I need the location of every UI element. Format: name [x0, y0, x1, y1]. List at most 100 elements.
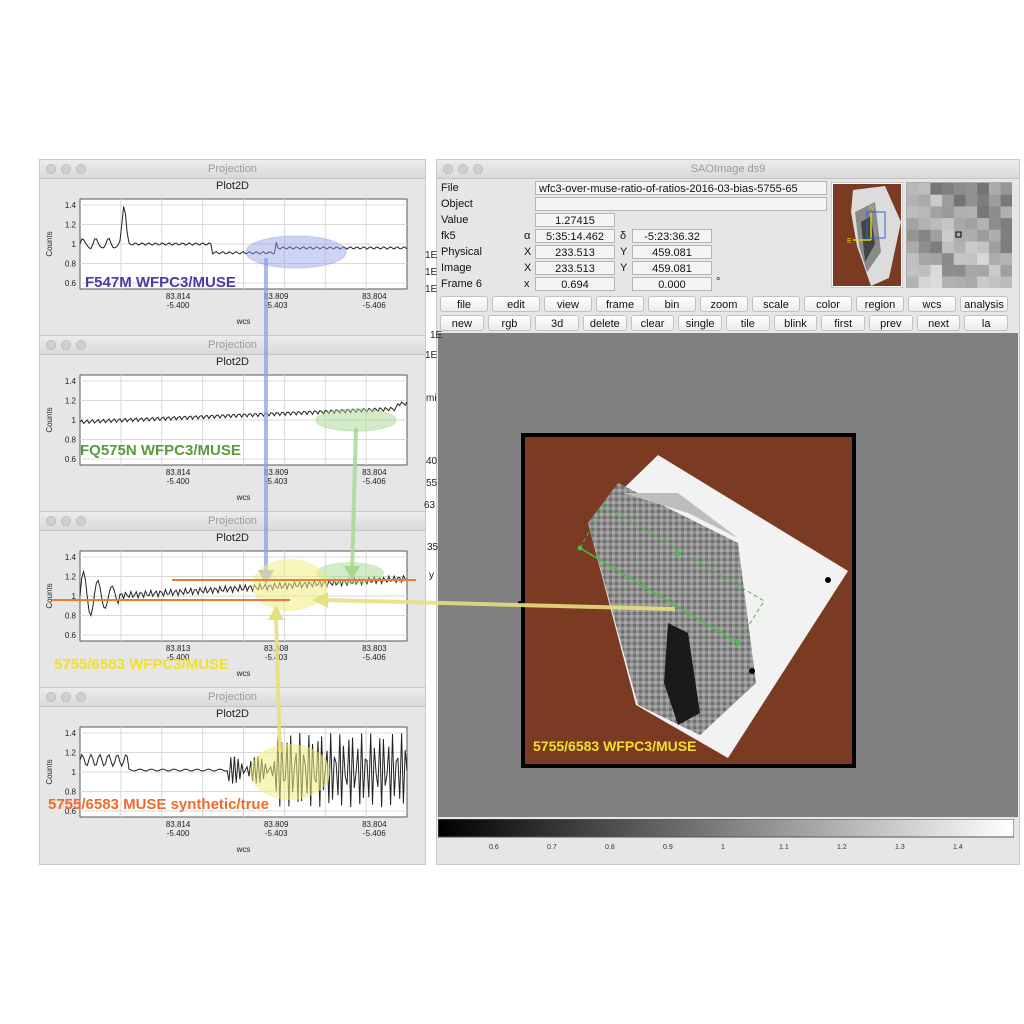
- close-window-icon[interactable]: [46, 692, 56, 702]
- menu-button-clear[interactable]: clear: [630, 315, 675, 331]
- menu-button-bin[interactable]: bin: [648, 296, 696, 312]
- magnifier-pixel: [942, 229, 954, 242]
- magnifier-pixel: [1000, 253, 1012, 265]
- menu-button-edit[interactable]: edit: [492, 296, 540, 312]
- magnifier-pixel: [930, 264, 943, 277]
- plot-title: Plot2D: [215, 356, 250, 368]
- menu-button-file[interactable]: file: [440, 296, 488, 312]
- object-field[interactable]: [535, 197, 827, 211]
- magnifier-pixel: [930, 253, 943, 265]
- menu-button-prev[interactable]: prev: [869, 315, 913, 331]
- projection-title: Projection: [208, 691, 257, 703]
- x-tick-label: -5.406: [363, 829, 386, 838]
- image-display[interactable]: [438, 333, 1018, 817]
- y-tick-label: 0.6: [65, 279, 77, 288]
- x-tick-label: -5.403: [265, 653, 288, 662]
- magnifier-pixel: [918, 229, 931, 242]
- menu-button-wcs[interactable]: wcs: [908, 296, 956, 312]
- magnifier-pixel: [1000, 218, 1012, 230]
- magnifier-pixel: [1000, 264, 1012, 277]
- menu-button-next[interactable]: next: [916, 315, 961, 331]
- magnifier-pixel: [988, 183, 1001, 195]
- minimize-window-icon[interactable]: [61, 340, 71, 350]
- magnifier-pixel: [953, 264, 966, 277]
- close-window-icon[interactable]: [46, 340, 56, 350]
- magnifier-pixel: [965, 183, 978, 195]
- magnifier-pixel: [907, 241, 919, 254]
- menu-button-single[interactable]: single: [678, 315, 722, 331]
- projection-plot[interactable]: 1.41.210.80.6Counts83.814-5.40083.809-5.…: [40, 721, 425, 865]
- projection-plot[interactable]: 1.41.210.80.6Counts83.814-5.40083.809-5.…: [40, 193, 425, 337]
- magnifier-pixel: [942, 183, 954, 195]
- minimize-window-icon[interactable]: [61, 692, 71, 702]
- menu-button-scale[interactable]: scale: [752, 296, 800, 312]
- plot-title: Plot2D: [215, 180, 250, 192]
- magnifier-pixel: [930, 183, 943, 195]
- y-axis-label: Counts: [45, 407, 54, 432]
- magnifier-pixel: [988, 229, 1001, 242]
- colorbar-tick-label: 1.4: [953, 844, 963, 851]
- x-tick-label: -5.403: [265, 829, 288, 838]
- ds9-title: SAOImage ds9: [690, 163, 766, 175]
- background-fragment-text: 1E: [425, 267, 438, 278]
- zoom-window-icon[interactable]: [473, 164, 483, 174]
- x-axis-label: wcs: [236, 669, 251, 678]
- zoom-window-icon[interactable]: [76, 516, 86, 526]
- menu-button-view[interactable]: view: [544, 296, 592, 312]
- x-tick-label: 83.804: [362, 820, 387, 829]
- magnifier: [906, 182, 1012, 288]
- menu-button-tile[interactable]: tile: [726, 315, 770, 331]
- magnifier-pixel: [918, 194, 931, 207]
- magnifier-pixel: [918, 218, 931, 230]
- projection-title: Projection: [208, 163, 257, 175]
- magnifier-pixel: [907, 229, 919, 242]
- colorbar-tick-label: 1.3: [895, 844, 905, 851]
- x-tick-label: -5.403: [265, 301, 288, 310]
- zoom-window-icon[interactable]: [76, 340, 86, 350]
- menu-button-delete[interactable]: delete: [583, 315, 627, 331]
- menu-button-color[interactable]: color: [804, 296, 852, 312]
- magnifier-pixel: [988, 241, 1001, 254]
- minimize-window-icon[interactable]: [61, 164, 71, 174]
- projection-window: Projection Plot2D 1.4 1.2 1 0.8 0.6 Counts 83.8…: [40, 336, 425, 512]
- menu-button-la[interactable]: la: [964, 315, 1008, 331]
- menu-button-region[interactable]: region: [856, 296, 904, 312]
- colorbar[interactable]: [438, 819, 1014, 839]
- menu-button-frame[interactable]: frame: [596, 296, 644, 312]
- menu-button-zoom[interactable]: zoom: [700, 296, 748, 312]
- projection-titlebar[interactable]: Projection: [40, 336, 425, 355]
- menu-button-rgb[interactable]: rgb: [487, 315, 532, 331]
- menu-button-analysis[interactable]: analysis: [960, 296, 1008, 312]
- close-window-icon[interactable]: [443, 164, 453, 174]
- projection-window: Projection Plot2D 1.4 1.2 1 0.8 0.6 Counts 83.8…: [40, 688, 425, 864]
- x-tick-label: 83.809: [264, 820, 289, 829]
- y-tick-label: 0.8: [65, 612, 77, 621]
- menu-button-3d[interactable]: 3d: [535, 315, 579, 331]
- ds9-titlebar[interactable]: SAOImage ds9: [437, 160, 1019, 179]
- magnifier-pixel: [965, 264, 978, 277]
- menu-button-blink[interactable]: blink: [773, 315, 818, 331]
- projection-annotation: F547M WFPC3/MUSE: [85, 274, 236, 291]
- panner[interactable]: N E: [831, 182, 903, 288]
- projection-titlebar[interactable]: Projection: [40, 160, 425, 179]
- zoom-window-icon[interactable]: [76, 692, 86, 702]
- menu-button-new[interactable]: new: [440, 315, 484, 331]
- close-window-icon[interactable]: [46, 164, 56, 174]
- plot-title: Plot2D: [215, 532, 250, 544]
- x-tick-label: -5.406: [363, 301, 386, 310]
- projection-titlebar[interactable]: Projection: [40, 688, 425, 707]
- minimize-window-icon[interactable]: [61, 516, 71, 526]
- y-tick-label: 1: [72, 768, 77, 777]
- minimize-window-icon[interactable]: [458, 164, 468, 174]
- close-window-icon[interactable]: [46, 516, 56, 526]
- projection-plot[interactable]: 1.41.210.80.6Counts83.814-5.40083.809-5.…: [40, 369, 425, 513]
- background-fragment-text: 55: [426, 478, 438, 489]
- projection-titlebar[interactable]: Projection: [40, 512, 425, 531]
- y-tick-label: 0.6: [65, 455, 77, 464]
- menu-button-first[interactable]: first: [821, 315, 865, 331]
- file-field[interactable]: wfc3-over-muse-ratio-of-ratios-2016-03-b…: [535, 181, 827, 195]
- zoom-window-icon[interactable]: [76, 164, 86, 174]
- magnifier-pixel: [930, 218, 943, 230]
- magnifier-pixel: [930, 276, 943, 288]
- x-tick-label: 83.803: [362, 644, 387, 653]
